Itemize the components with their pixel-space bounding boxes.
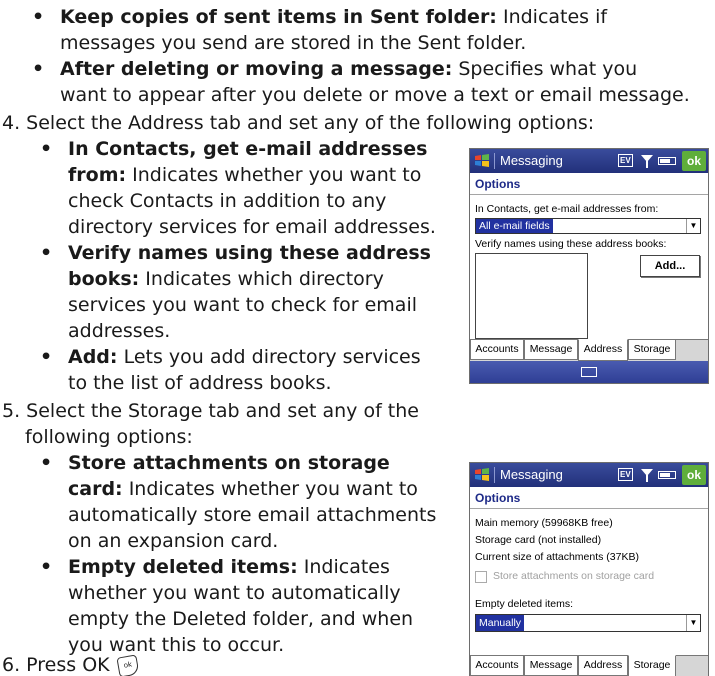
contacts-desc-cont: directory services for email addresses. (68, 216, 436, 238)
empty-desc-cont: whether you want to automatically (68, 582, 401, 604)
store-item: card: Indicates whether you want to (68, 476, 418, 502)
step-4: 4. Select the Address tab and set any of… (2, 112, 595, 134)
add-desc: Lets you add directory services (123, 346, 421, 368)
contacts-label: In Contacts, get e-mail addresses from: (475, 203, 659, 215)
dropdown-arrow-icon: ▼ (686, 615, 700, 631)
address-books-list[interactable] (475, 253, 588, 339)
empty-desc-cont: empty the Deleted folder, and when (68, 608, 414, 630)
empty-deleted-label: Empty deleted items: (475, 598, 574, 610)
add-term: Add: (68, 346, 118, 368)
ok-key-icon: ok (116, 653, 140, 676)
verify-term: Verify names using these address (68, 242, 431, 264)
contacts-term-cont: from: (68, 164, 127, 186)
step-5: 5. Select the Storage tab and set any of… (2, 400, 419, 422)
tab-bar: Accounts Message Address Storage (470, 655, 708, 676)
verify-desc-cont: addresses. (68, 320, 171, 342)
ev-indicator: EV (618, 468, 633, 481)
empty-deleted-dropdown[interactable]: Manually ▼ (475, 614, 701, 632)
signal-icon (641, 155, 653, 168)
bullet: • (40, 138, 53, 160)
bullet: • (40, 346, 53, 368)
app-title: Messaging (500, 467, 563, 482)
title-bar: Messaging EV ok (470, 463, 708, 487)
verify-desc-cont: services you want to check for email (68, 294, 418, 316)
storage-panel: Main memory (59968KB free) Storage card … (470, 509, 708, 676)
attachments-size-info: Current size of attachments (37KB) (475, 551, 639, 563)
options-heading: Options (470, 487, 708, 509)
options-heading: Options (470, 173, 708, 195)
address-panel: In Contacts, get e-mail addresses from: … (470, 195, 708, 361)
empty-deleted-value: Manually (476, 615, 525, 631)
store-desc-cont: automatically store email attachments (68, 504, 437, 526)
store-desc: Indicates whether you want to (128, 478, 418, 500)
bullet: • (32, 6, 45, 28)
verify-item: books: Indicates which directory (68, 266, 384, 292)
battery-icon (658, 157, 676, 165)
add-desc-cont: to the list of address books. (68, 372, 332, 394)
verify-desc: Indicates which directory (145, 268, 384, 290)
tab-accounts[interactable]: Accounts (470, 655, 524, 676)
sent-items-item: Keep copies of sent items in Sent folder… (60, 4, 607, 30)
tab-message[interactable]: Message (524, 655, 578, 676)
store-desc-cont: on an expansion card. (68, 530, 279, 552)
battery-icon (658, 471, 676, 479)
sent-items-term: Keep copies of sent items in Sent folder… (60, 6, 497, 28)
app-title: Messaging (500, 153, 563, 168)
tab-address[interactable]: Address (578, 655, 628, 676)
title-separator (494, 467, 495, 483)
ok-button[interactable]: ok (682, 465, 706, 485)
step-6: 6. Press OK ok (2, 652, 140, 676)
windows-flag-icon (475, 154, 489, 167)
contacts-dropdown[interactable]: All e-mail fields ▼ (475, 218, 701, 234)
empty-term: Empty deleted items: (68, 556, 298, 578)
tab-bar: Accounts Message Address Storage (470, 339, 708, 361)
add-item: Add: Lets you add directory services (68, 344, 421, 370)
storage-tab-screenshot: Messaging EV ok Options Main memory (599… (469, 462, 709, 676)
main-memory-info: Main memory (59968KB free) (475, 517, 613, 529)
tab-message[interactable]: Message (524, 339, 578, 360)
tab-storage[interactable]: Storage (628, 339, 676, 360)
after-delete-desc-cont: want to appear after you delete or move … (60, 84, 690, 106)
bullet: • (32, 58, 45, 80)
store-attachments-checkbox[interactable] (475, 571, 487, 583)
store-term-cont: card: (68, 478, 123, 500)
dropdown-arrow-icon: ▼ (686, 219, 700, 233)
empty-desc: Indicates (303, 556, 390, 578)
after-delete-desc: Specifies what you (458, 58, 638, 80)
bullet: • (40, 556, 53, 578)
verify-label: Verify names using these address books: (475, 238, 667, 250)
sent-items-desc: Indicates if (502, 6, 608, 28)
contacts-desc: Indicates whether you want to (132, 164, 422, 186)
title-separator (494, 153, 495, 169)
contacts-desc-cont: check Contacts in addition to any (68, 190, 387, 212)
command-bar (470, 361, 708, 383)
contacts-dropdown-value: All e-mail fields (476, 219, 553, 233)
step-6-text: 6. Press OK (2, 654, 110, 676)
address-tab-screenshot: Messaging EV ok Options In Contacts, get… (469, 148, 709, 384)
verify-term-cont: books: (68, 268, 140, 290)
step-5-cont: following options: (25, 426, 193, 448)
keyboard-icon[interactable] (581, 367, 597, 377)
add-button[interactable]: Add... (640, 255, 700, 277)
tab-address[interactable]: Address (578, 339, 628, 361)
document-page: • Keep copies of sent items in Sent fold… (0, 0, 715, 676)
bullet: • (40, 242, 53, 264)
signal-icon (641, 469, 653, 482)
ev-indicator: EV (618, 154, 633, 167)
empty-item: Empty deleted items: Indicates (68, 554, 390, 580)
bullet: • (40, 452, 53, 474)
after-delete-item: After deleting or moving a message: Spec… (60, 56, 637, 82)
sent-items-desc-cont: messages you send are stored in the Sent… (60, 32, 527, 54)
windows-flag-icon (475, 468, 489, 481)
ok-button[interactable]: ok (682, 151, 706, 171)
store-attachments-label: Store attachments on storage card (493, 570, 655, 582)
store-term: Store attachments on storage (68, 452, 390, 474)
tab-accounts[interactable]: Accounts (470, 339, 524, 360)
title-bar: Messaging EV ok (470, 149, 708, 173)
contacts-item: from: Indicates whether you want to (68, 162, 421, 188)
storage-card-info: Storage card (not installed) (475, 534, 602, 546)
after-delete-term: After deleting or moving a message: (60, 58, 453, 80)
contacts-term: In Contacts, get e-mail addresses (68, 138, 428, 160)
tab-storage[interactable]: Storage (628, 655, 676, 676)
